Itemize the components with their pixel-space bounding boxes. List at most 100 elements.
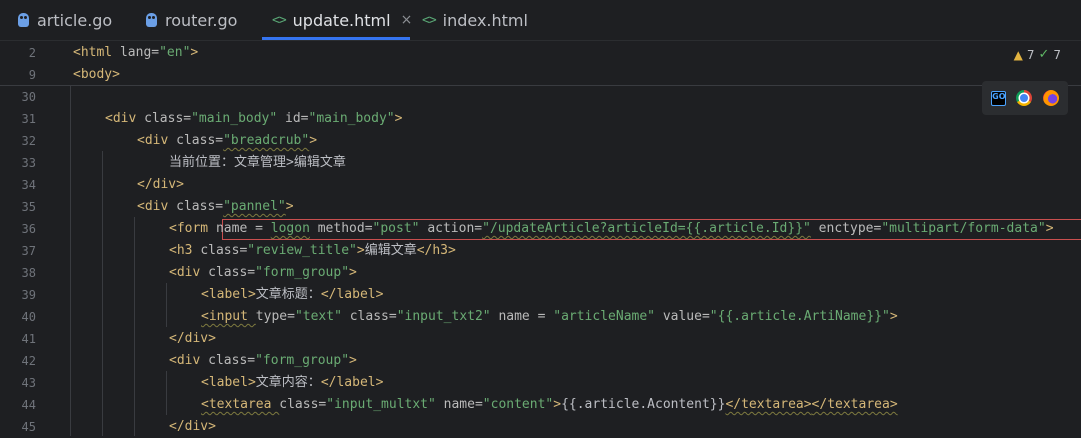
code-token: </div> [137,177,184,192]
code-token: enctype= [810,221,882,236]
code-token: </textarea> [811,397,898,412]
code-token: class= [176,133,224,148]
active-tab-indicator [262,37,410,40]
line-number: 37 [21,244,36,258]
line-number: 42 [21,354,36,368]
line-number: 35 [21,200,36,214]
inspection-widget[interactable]: ▲ 7 ✓ 7 [1014,47,1061,62]
code-token: > [190,45,199,60]
code-token: "breadcrub" [223,133,310,148]
line-number: 41 [21,332,36,346]
code-token: "form_group" [255,353,350,368]
code-token: class= [208,353,256,368]
code-token: <html [73,45,120,60]
indent-guide [70,85,71,436]
code-line: <input type="text" class="input_txt2" na… [201,306,898,328]
code-line: <label>文章内容：</label> [201,372,383,394]
indent-guide [102,151,103,436]
line-number: 32 [21,134,36,148]
line-number: 31 [21,112,36,126]
tab-router-go[interactable]: router.go [146,0,237,40]
code-line: <div class="main_body" id="main_body"> [105,108,402,130]
warning-icon: ▲ [1013,47,1023,62]
code-line: </div> [169,416,216,438]
code-token: </div> [169,331,216,346]
code-token: <body> [73,67,120,82]
code-token: logon [270,221,310,236]
code-token: > [1045,221,1054,236]
code-token: </div> [169,419,216,434]
code-token: "main_body" [308,111,395,126]
code-line: </div> [137,174,184,196]
code-line: <div class="form_group"> [169,262,357,284]
line-number: 38 [21,266,36,280]
code-token: "{{.article.ArtiName}}" [709,309,890,324]
code-token: <div [169,353,209,368]
code-token: <div [169,265,209,280]
code-token: method= [309,221,373,236]
indent-guide [166,371,167,415]
code-area[interactable]: <html lang="en"> <body> <div class="main_b… [58,41,1081,436]
code-token: "input_txt2" [396,309,491,324]
firefox-icon[interactable] [1042,90,1059,106]
code-token: type= [255,309,295,324]
code-token: <div [137,199,177,214]
code-token: <div [105,111,145,126]
code-line: <html lang="en"> [73,42,198,64]
code-line: 当前位置：文章管理>编辑文章 [169,152,346,174]
code-token: name = [215,221,271,236]
close-icon[interactable]: × [401,12,413,28]
code-token: value= [655,309,710,324]
code-editor[interactable]: 2 9 30 31 32 33 34 35 36 37 38 39 40 41 42 43 44 45 <html… [0,41,1081,436]
chrome-icon[interactable] [1016,90,1033,106]
tab-label: router.go [165,10,238,30]
code-token: </h3> [416,243,456,258]
code-token: > [349,353,357,368]
tab-label: index.html [442,10,528,30]
tab-label: update.html [292,10,391,30]
line-number: 30 [21,90,36,104]
code-token: > [394,111,403,126]
code-token: <h3 [169,243,201,258]
code-token: action= [419,221,483,236]
line-number: 40 [21,310,36,324]
code-token: "pannel" [223,199,286,214]
line-number: 36 [21,222,36,236]
code-token: > [889,309,898,324]
line-number-gutter: 2 9 30 31 32 33 34 35 36 37 38 39 40 41 42 43 44 45 [0,41,58,436]
code-token: <textarea [201,397,280,412]
code-token: 当前位置：文章管理>编辑文章 [169,155,346,170]
tab-update-html[interactable]: <> update.html × [262,0,413,40]
go-file-icon [18,13,29,27]
code-token: <label> [201,287,256,302]
line-number: 2 [28,46,36,60]
goland-icon[interactable]: GO [991,90,1007,106]
code-token: "en" [159,45,191,60]
line-number: 34 [21,178,36,192]
sticky-lines-separator [0,85,1081,86]
go-file-icon [146,13,157,27]
code-token: > [553,397,562,412]
code-line: <textarea class="input_multxt" name="con… [201,394,898,416]
indent-guide [134,217,135,436]
line-number: 43 [21,376,36,390]
code-token: "articleName" [553,309,655,324]
tab-index-html[interactable]: <> index.html [422,0,528,40]
code-token: "content" [482,397,554,412]
line-number: 45 [21,420,36,434]
code-token: <label> [201,375,256,390]
code-line: <label>文章标题：</label> [201,284,383,306]
code-token: <form [169,221,216,236]
code-token: </textarea> [725,397,812,412]
tab-article-go[interactable]: article.go [18,0,112,40]
code-line: <div class="pannel"> [137,196,294,218]
code-token: <input [201,309,256,324]
code-token: > [356,243,365,258]
code-token: "main_body" [191,111,278,126]
code-token: "post" [372,221,420,236]
tab-label: article.go [37,10,113,30]
code-token: 文章标题： [255,287,321,302]
code-line: <form name = logon method="post" action=… [169,218,1054,240]
line-number: 33 [21,156,36,170]
code-token: class= [176,199,224,214]
